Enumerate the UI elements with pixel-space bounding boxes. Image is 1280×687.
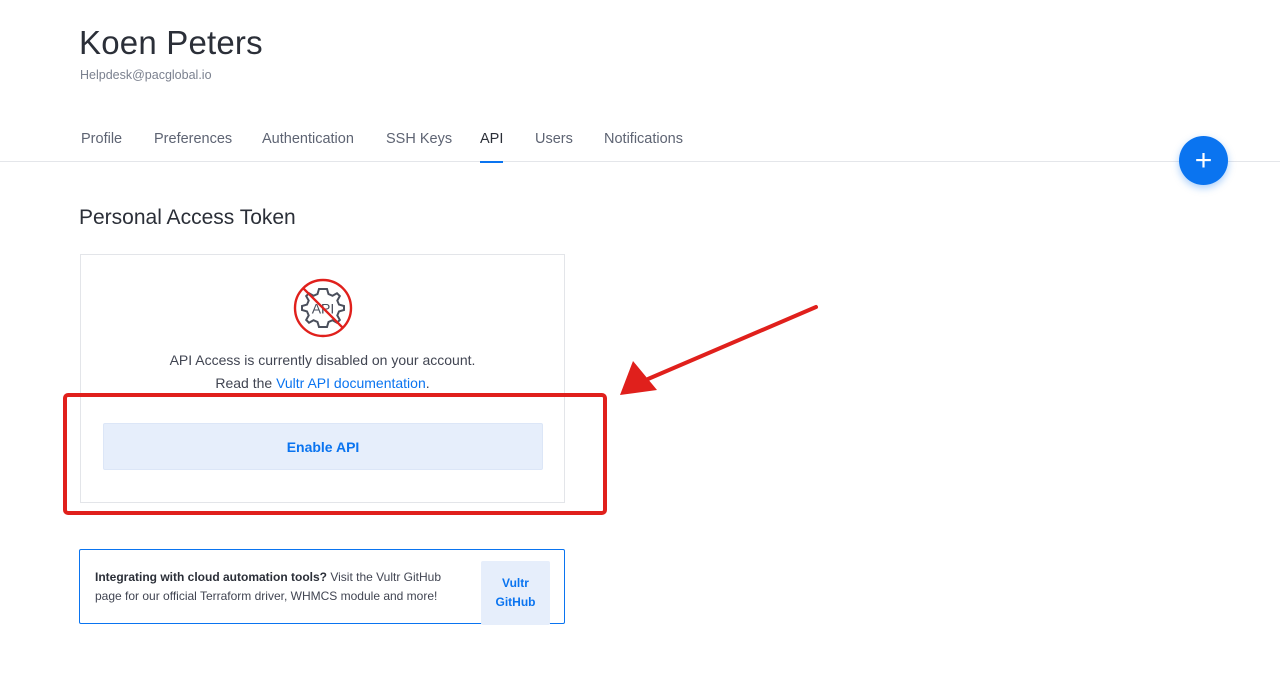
tab-preferences[interactable]: Preferences <box>154 131 232 162</box>
add-button[interactable]: + <box>1179 136 1228 185</box>
tab-authentication[interactable]: Authentication <box>262 131 354 162</box>
doc-prefix: Read the <box>215 375 277 391</box>
user-email: Helpdesk@pacglobal.io <box>80 68 212 82</box>
annotation-arrow-icon <box>620 305 818 395</box>
api-documentation-link[interactable]: Vultr API documentation <box>276 375 426 391</box>
tab-profile[interactable]: Profile <box>81 131 122 162</box>
github-info-box: Integrating with cloud automation tools?… <box>79 549 565 625</box>
personal-access-token-card: API API Access is currently disabled on … <box>80 254 565 503</box>
vultr-github-button[interactable]: Vultr GitHub <box>481 561 550 625</box>
plus-icon: + <box>1194 143 1213 177</box>
section-title: Personal Access Token <box>79 206 296 229</box>
enable-api-button[interactable]: Enable API <box>103 423 543 470</box>
api-doc-line: Read the Vultr API documentation. <box>81 375 564 391</box>
tab-api[interactable]: API <box>480 131 504 163</box>
tab-ssh-keys[interactable]: SSH Keys <box>386 131 452 162</box>
tab-notifications[interactable]: Notifications <box>604 131 683 162</box>
account-page: Koen Peters Helpdesk@pacglobal.io Profil… <box>0 0 1280 687</box>
tab-users[interactable]: Users <box>535 131 573 162</box>
user-name: Koen Peters <box>79 24 263 61</box>
account-tabs: Profile Preferences Authentication SSH K… <box>0 120 1280 163</box>
info-bold-text: Integrating with cloud automation tools? <box>95 570 327 584</box>
github-info-text: Integrating with cloud automation tools?… <box>95 568 470 606</box>
api-disabled-icon: API <box>293 278 353 338</box>
doc-suffix: . <box>425 375 430 391</box>
api-disabled-message: API Access is currently disabled on your… <box>169 352 476 368</box>
